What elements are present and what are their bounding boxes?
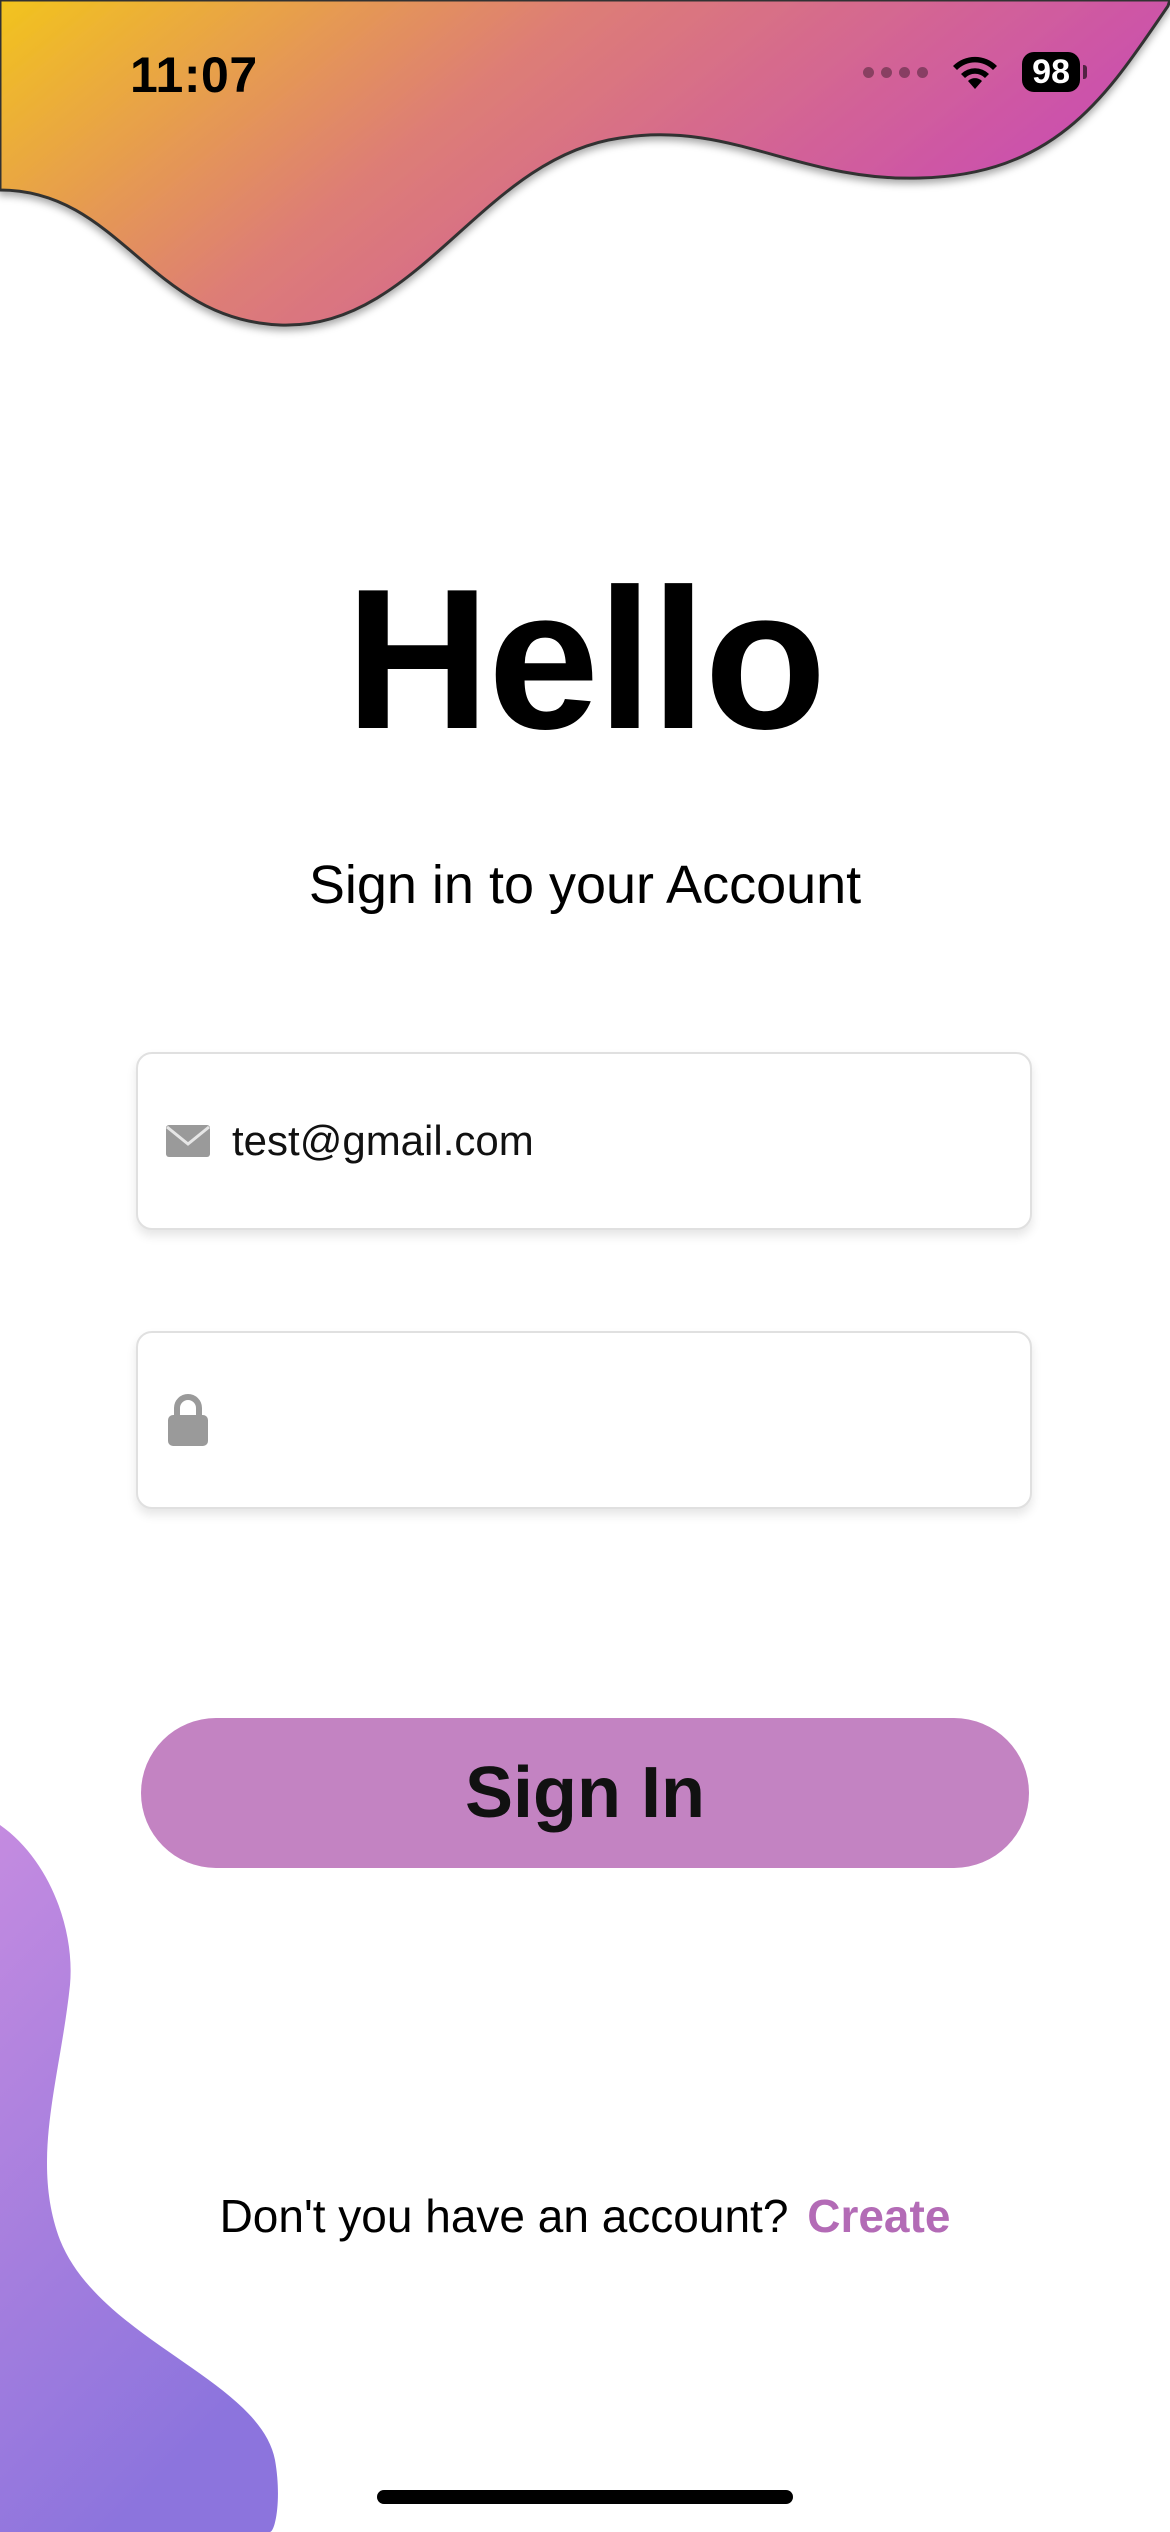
wifi-icon: [953, 56, 998, 89]
bottom-wave: [0, 1825, 278, 2532]
sign-in-button[interactable]: Sign In: [141, 1718, 1029, 1868]
page-title: Hello: [345, 548, 827, 771]
password-field[interactable]: [136, 1331, 1032, 1509]
background-waves: [0, 0, 1170, 2532]
home-indicator[interactable]: [377, 2490, 793, 2504]
create-account-prompt: Don't you have an account? Create: [0, 2184, 1170, 2248]
envelope-icon: [164, 1111, 212, 1171]
page-subtitle: Sign in to your Account: [308, 855, 862, 915]
create-account-text: Don't you have an account?: [219, 2190, 789, 2242]
battery-indicator: 98: [1022, 52, 1087, 92]
password-input[interactable]: [232, 1396, 1012, 1444]
create-account-link[interactable]: Create: [807, 2190, 950, 2242]
status-time: 11:07: [130, 47, 258, 103]
cellular-signal-icon: [863, 66, 929, 78]
email-input[interactable]: [232, 1117, 1012, 1165]
status-icons: 98: [863, 52, 1087, 92]
email-field[interactable]: [136, 1052, 1032, 1230]
lock-icon: [164, 1390, 212, 1450]
